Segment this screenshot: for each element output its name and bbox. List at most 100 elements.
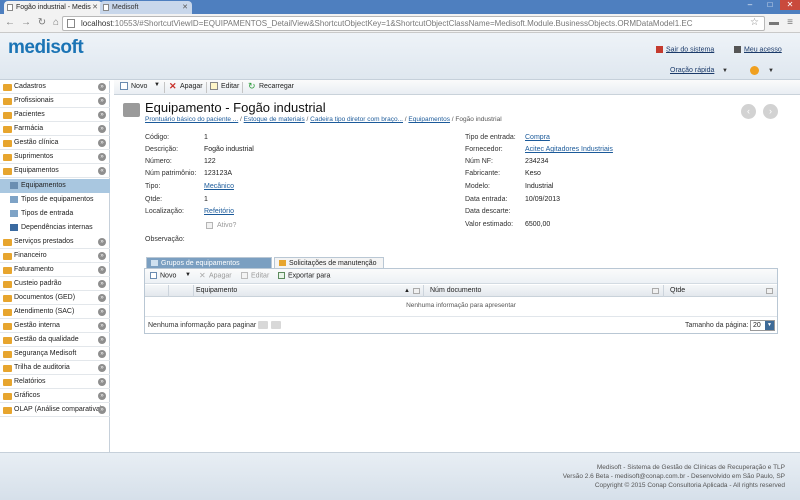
delete-button[interactable]: ✕ Apagar: [169, 82, 203, 91]
breadcrumb-link[interactable]: Estoque de materiais: [244, 116, 305, 123]
sidebar-subitem-tipos-entrada[interactable]: Tipos de entrada: [0, 207, 110, 221]
previous-record-button[interactable]: ‹: [741, 104, 756, 119]
filter-icon[interactable]: [652, 288, 659, 294]
close-tab-icon[interactable]: ✕: [92, 1, 98, 14]
breadcrumb-link[interactable]: Prontuário básico do paciente ...: [145, 116, 238, 123]
maximize-icon[interactable]: □: [760, 0, 780, 10]
filter-icon[interactable]: [413, 288, 420, 294]
expand-icon[interactable]: »: [98, 238, 106, 246]
smiley-icon[interactable]: [750, 66, 759, 75]
logout-link[interactable]: Sair do sistema: [656, 46, 714, 53]
close-tab-icon[interactable]: ✕: [182, 1, 188, 14]
menu-icon[interactable]: ≡: [784, 17, 796, 29]
chevron-down-icon[interactable]: ▼: [154, 82, 160, 88]
minimize-icon[interactable]: –: [740, 0, 760, 10]
expand-icon[interactable]: »: [98, 336, 106, 344]
sidebar-item-suprimentos[interactable]: Suprimentos »: [0, 151, 110, 164]
column-header-equipamento[interactable]: Equipamento ▲: [194, 285, 424, 297]
expand-icon[interactable]: »: [98, 139, 106, 147]
sidebar-item-profissionais[interactable]: Profissionais »: [0, 95, 110, 108]
sidebar-item-gestao-clinica[interactable]: Gestão clínica »: [0, 137, 110, 150]
bookmark-star-icon[interactable]: ☆: [750, 17, 759, 28]
sidebar-item-documentos[interactable]: Documentos (GED) »: [0, 292, 110, 305]
browser-tab[interactable]: Medisoft ✕: [100, 1, 192, 14]
expand-icon[interactable]: »: [98, 378, 106, 386]
tipo-entrada-link[interactable]: Compra: [525, 134, 550, 141]
expand-icon[interactable]: »: [98, 392, 106, 400]
pager-next-button[interactable]: [271, 321, 281, 329]
column-header-qtde[interactable]: Qtde: [664, 285, 777, 297]
grid-new-button[interactable]: Novo: [150, 272, 176, 279]
patrimonio-value: 123123A: [204, 170, 233, 177]
sidebar-item-gestao-interna[interactable]: Gestão interna »: [0, 320, 110, 333]
browser-tab-active[interactable]: Fogão industrial - Medis ✕: [4, 1, 102, 14]
sidebar-item-olap[interactable]: OLAP (Análise comparativa)»: [0, 404, 110, 417]
grid-edit-button[interactable]: Editar: [241, 272, 269, 279]
reload-icon[interactable]: ↻: [36, 17, 48, 29]
reload-button[interactable]: ↻ Recarregar: [248, 82, 294, 91]
sidebar-subitem-tipos-equipamentos[interactable]: Tipos de equipamentos: [0, 193, 110, 207]
expand-icon[interactable]: »: [98, 350, 106, 358]
sidebar-item-farmacia[interactable]: Farmácia »: [0, 123, 110, 136]
breadcrumb-link[interactable]: Equipamentos: [408, 116, 450, 123]
sidebar-item-pacientes[interactable]: Pacientes »: [0, 109, 110, 122]
localizacao-link[interactable]: Refeitório: [204, 208, 234, 215]
grid-new-label: Novo: [160, 272, 177, 280]
sidebar-item-equipamentos[interactable]: Equipamentos «: [0, 165, 110, 178]
select-column[interactable]: [145, 285, 169, 297]
expand-icon[interactable]: »: [98, 252, 106, 260]
tipo-link[interactable]: Mecânico: [204, 183, 234, 190]
sidebar-subitem-equipamentos[interactable]: Equipamentos: [0, 179, 110, 193]
expand-icon[interactable]: »: [98, 83, 106, 91]
expand-icon[interactable]: »: [98, 406, 106, 414]
chevron-down-icon[interactable]: ▼: [768, 68, 774, 74]
sidebar-item-relatorios[interactable]: Relatórios »: [0, 376, 110, 389]
collapse-icon[interactable]: «: [98, 167, 106, 175]
tab-grupos-equipamentos[interactable]: Grupos de equipamentos: [146, 257, 272, 268]
expand-icon[interactable]: »: [98, 280, 106, 288]
export-button[interactable]: Exportar para: [278, 272, 330, 279]
sidebar-item-faturamento[interactable]: Faturamento »: [0, 264, 110, 277]
sidebar-item-custeio[interactable]: Custeio padrão »: [0, 278, 110, 291]
expand-icon[interactable]: »: [98, 266, 106, 274]
forward-icon[interactable]: →: [20, 17, 32, 29]
next-record-button[interactable]: ›: [763, 104, 778, 119]
expand-icon[interactable]: »: [98, 322, 106, 330]
sidebar-item-servicos[interactable]: Serviços prestados »: [0, 236, 110, 249]
quick-prayer-link[interactable]: Oração rápida: [670, 67, 714, 74]
expand-icon[interactable]: »: [98, 364, 106, 372]
url-input[interactable]: localhost:10553/#ShortcutViewID=EQUIPAME…: [62, 16, 765, 31]
sidebar-item-auditoria[interactable]: Trilha de auditoria »: [0, 362, 110, 375]
sidebar-item-atendimento[interactable]: Atendimento (SAC) »: [0, 306, 110, 319]
expand-icon[interactable]: »: [98, 111, 106, 119]
expand-icon[interactable]: »: [98, 125, 106, 133]
chevron-down-icon[interactable]: ▼: [722, 68, 728, 74]
sidebar-item-cadastros[interactable]: Cadastros »: [0, 81, 110, 94]
grid-delete-button[interactable]: ✕ Apagar: [199, 272, 232, 280]
close-window-icon[interactable]: ✕: [780, 0, 800, 10]
back-icon[interactable]: ←: [4, 17, 16, 29]
fornecedor-link[interactable]: Acitec Agitadores Industriais: [525, 146, 613, 153]
chevron-down-icon[interactable]: ▼: [185, 272, 191, 278]
sidebar-item-seguranca[interactable]: Segurança Medisoft »: [0, 348, 110, 361]
expand-icon[interactable]: »: [98, 294, 106, 302]
pager-prev-button[interactable]: [258, 321, 268, 329]
account-link[interactable]: Meu acesso: [734, 46, 782, 53]
column-header-num-documento[interactable]: Núm documento: [424, 285, 664, 297]
sidebar-item-qualidade[interactable]: Gestão da qualidade »: [0, 334, 110, 347]
sidebar-subitem-dependencias[interactable]: Dependências internas: [0, 221, 110, 235]
filter-icon[interactable]: [766, 288, 773, 294]
expand-icon[interactable]: »: [98, 97, 106, 105]
extension-icon[interactable]: ▬: [768, 17, 780, 29]
edit-button[interactable]: Editar: [210, 82, 239, 90]
breadcrumb-link[interactable]: Cadeira tipo diretor com braço...: [310, 116, 403, 123]
page-size-select[interactable]: 20 ▼: [750, 320, 775, 331]
expand-icon[interactable]: »: [98, 153, 106, 161]
expand-icon[interactable]: »: [98, 308, 106, 316]
home-icon[interactable]: ⌂: [50, 17, 62, 29]
new-button[interactable]: Novo: [120, 82, 147, 90]
chevron-down-icon[interactable]: ▼: [765, 321, 774, 330]
sidebar-item-financeiro[interactable]: Financeiro »: [0, 250, 110, 263]
tab-solicitacoes-manutencao[interactable]: Solicitações de manutenção: [274, 257, 384, 268]
sidebar-item-graficos[interactable]: Gráficos »: [0, 390, 110, 403]
